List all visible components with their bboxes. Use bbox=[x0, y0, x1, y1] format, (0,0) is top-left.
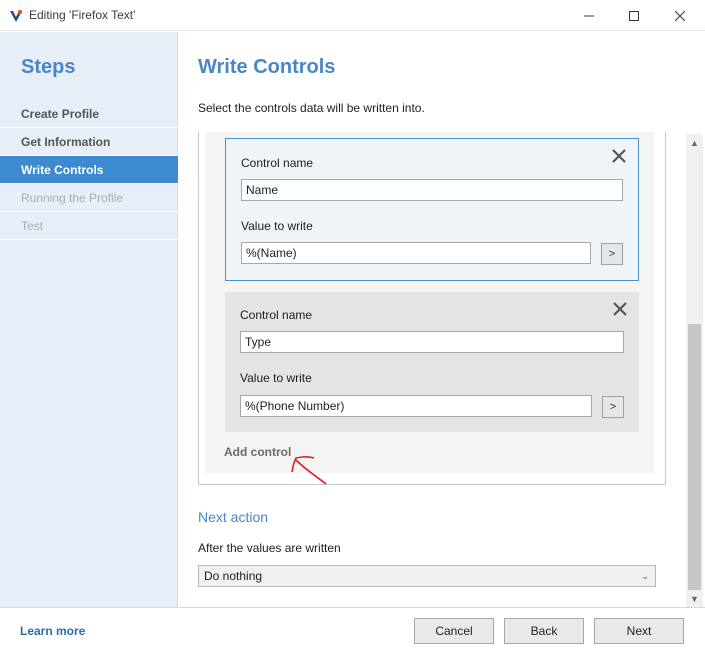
value-to-write-input[interactable]: %(Phone Number) bbox=[240, 395, 592, 417]
red-arrow-annotation bbox=[291, 456, 327, 485]
value-to-write-label: Value to write bbox=[241, 219, 313, 233]
next-action-select[interactable]: Do nothing ⌄ bbox=[198, 565, 656, 587]
step-write-controls[interactable]: Write Controls bbox=[0, 156, 178, 184]
minimize-icon bbox=[584, 15, 594, 16]
step-test: Test bbox=[0, 212, 178, 240]
step-get-information[interactable]: Get Information bbox=[0, 128, 178, 156]
next-action-heading: Next action bbox=[198, 509, 269, 525]
control-name-input[interactable]: Type bbox=[240, 331, 624, 353]
steps-title: Steps bbox=[21, 56, 76, 78]
insert-value-button[interactable]: > bbox=[601, 243, 623, 265]
remove-control-button[interactable] bbox=[611, 300, 629, 318]
control-card: Control name Type Value to write %(Phone… bbox=[225, 292, 639, 432]
cancel-button[interactable]: Cancel bbox=[414, 618, 494, 644]
back-button[interactable]: Back bbox=[504, 618, 584, 644]
control-name-label: Control name bbox=[241, 156, 314, 170]
close-window-button[interactable] bbox=[657, 0, 703, 31]
step-running-the-profile: Running the Profile bbox=[0, 184, 178, 212]
remove-control-button[interactable] bbox=[610, 147, 628, 165]
value-to-write-input[interactable]: %(Name) bbox=[241, 242, 591, 264]
close-icon bbox=[613, 302, 627, 316]
next-action-value: Do nothing bbox=[204, 569, 263, 583]
learn-more-link[interactable]: Learn more bbox=[20, 624, 85, 638]
next-button[interactable]: Next bbox=[594, 618, 684, 644]
page-title: Write Controls bbox=[198, 56, 336, 78]
chevron-down-icon: ⌄ bbox=[641, 571, 649, 581]
control-name-label: Control name bbox=[240, 308, 313, 322]
steps-sidebar: Steps Create Profile Get Information Wri… bbox=[0, 32, 178, 607]
control-card: Control name Name Value to write %(Name)… bbox=[225, 138, 639, 281]
maximize-icon bbox=[629, 10, 639, 21]
window-title: Editing 'Firefox Text' bbox=[29, 8, 136, 22]
add-control-link[interactable]: Add control bbox=[224, 445, 291, 459]
footer-bar: Learn more Cancel Back Next bbox=[0, 607, 705, 654]
control-name-input[interactable]: Name bbox=[241, 179, 623, 201]
controls-scroll-area: Control name Name Value to write %(Name)… bbox=[178, 132, 705, 607]
main-panel: Write Controls Select the controls data … bbox=[178, 32, 705, 607]
steps-list: Create Profile Get Information Write Con… bbox=[0, 100, 178, 240]
app-logo-icon bbox=[10, 9, 23, 22]
scroll-up-icon[interactable]: ▲ bbox=[686, 134, 703, 151]
step-create-profile[interactable]: Create Profile bbox=[0, 100, 178, 128]
minimize-button[interactable] bbox=[566, 0, 612, 31]
page-description: Select the controls data will be written… bbox=[198, 101, 425, 115]
scroll-down-icon[interactable]: ▼ bbox=[686, 590, 703, 607]
insert-value-button[interactable]: > bbox=[602, 396, 624, 418]
close-icon bbox=[612, 149, 626, 163]
after-values-label: After the values are written bbox=[198, 541, 341, 555]
vertical-scrollbar[interactable]: ▲ ▼ bbox=[686, 134, 703, 607]
scrollbar-thumb[interactable] bbox=[688, 324, 701, 590]
title-bar: Editing 'Firefox Text' bbox=[0, 0, 705, 31]
close-icon bbox=[675, 10, 685, 21]
maximize-button[interactable] bbox=[611, 0, 657, 31]
value-to-write-label: Value to write bbox=[240, 371, 312, 385]
